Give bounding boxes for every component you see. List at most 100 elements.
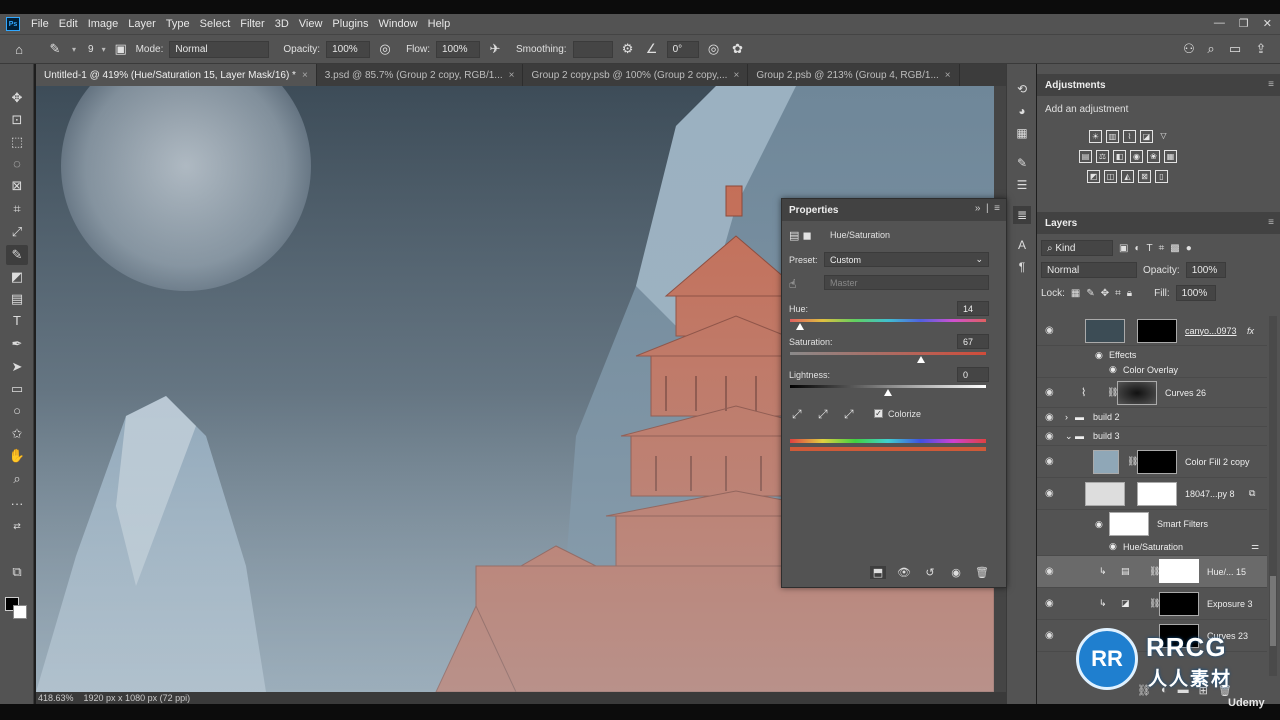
pressure-size-icon[interactable]: ◎	[705, 41, 723, 57]
lightness-slider-thumb[interactable]	[884, 389, 892, 396]
selective-color-icon[interactable]: ⊠	[1138, 170, 1151, 183]
vibrance-icon[interactable]: ▽	[1157, 130, 1170, 143]
adjustments-panel-header[interactable]: Adjustments ≡	[1037, 74, 1280, 96]
channel-select[interactable]: Master	[824, 275, 989, 290]
visibility-eye-icon[interactable]: ◉	[1045, 598, 1054, 609]
color-icon[interactable]: ◕	[1013, 102, 1031, 120]
layer-row[interactable]: ◉ ⌇ ⛓ Curves 26	[1037, 378, 1267, 408]
lasso-tool-icon[interactable]: ◌	[6, 154, 28, 174]
pen-tool-icon[interactable]: ✒	[6, 334, 28, 354]
blend-mode-select[interactable]: Normal	[1041, 262, 1137, 278]
layer-row[interactable]: ◉ ⛓ Color Fill 2 copy	[1037, 446, 1267, 478]
hue-saturation-icon[interactable]: ▤	[1079, 150, 1092, 163]
visibility-eye-icon[interactable]: ◉	[1109, 364, 1117, 375]
lock-all-icon[interactable]: 🔒︎	[1127, 288, 1132, 299]
color-balance-icon[interactable]: ⚖	[1096, 150, 1109, 163]
filter-options-icon[interactable]: ⚌	[1251, 541, 1259, 552]
move-tool-icon[interactable]: ✥	[6, 88, 28, 108]
gradient-map-icon[interactable]: ▯	[1155, 170, 1168, 183]
posterize-icon[interactable]: ◫	[1104, 170, 1117, 183]
menu-3d[interactable]: 3D	[270, 18, 294, 30]
color-overlay-row[interactable]: ◉ Color Overlay	[1037, 362, 1267, 378]
menu-file[interactable]: File	[26, 18, 54, 30]
more-tools-icon[interactable]: ···	[6, 494, 28, 514]
rectangle-tool-icon[interactable]: ▭	[6, 379, 28, 399]
close-icon[interactable]: ×	[302, 70, 308, 81]
curves-icon[interactable]: ⌇	[1123, 130, 1136, 143]
menu-filter[interactable]: Filter	[235, 18, 269, 30]
eraser-tool-icon[interactable]: ◩	[6, 267, 28, 287]
brush-settings-icon[interactable]: ▣	[112, 41, 130, 57]
share-icon[interactable]: ⚇	[1180, 41, 1198, 57]
layers-panel-header[interactable]: Layers ≡	[1037, 212, 1280, 234]
brightness-icon[interactable]: ☀	[1089, 130, 1102, 143]
workspace-icon[interactable]: ▭	[1226, 41, 1244, 57]
quick-select-tool-icon[interactable]: ⊠	[6, 176, 28, 196]
photo-filter-icon[interactable]: ◉	[1130, 150, 1143, 163]
close-icon[interactable]: ×	[509, 70, 515, 81]
share-export-icon[interactable]: ⇪	[1252, 41, 1270, 57]
lock-artboard-icon[interactable]: ⌗	[1115, 288, 1121, 299]
visibility-eye-icon[interactable]: ◉	[1095, 519, 1103, 530]
filter-shape-icon[interactable]: ⌗	[1159, 243, 1165, 254]
filter-toggle-icon[interactable]: ●	[1186, 243, 1192, 254]
brushes-icon[interactable]: ✎	[1013, 154, 1031, 172]
smart-filters-row[interactable]: ◉ Smart Filters	[1037, 510, 1267, 538]
paragraph-icon[interactable]: ¶	[1013, 258, 1031, 276]
swatches-icon[interactable]: ▦	[1013, 124, 1031, 142]
reset-icon[interactable]: ↺	[922, 566, 938, 579]
invert-icon[interactable]: ◩	[1087, 170, 1100, 183]
layers-scrollbar[interactable]	[1269, 316, 1277, 676]
type-tool-icon[interactable]: T	[6, 311, 28, 331]
targeted-adjust-hand-icon[interactable]: ☝	[789, 277, 796, 291]
zoom-level[interactable]: 418.63%	[38, 693, 74, 703]
brush-size[interactable]: 9	[88, 44, 94, 55]
minimize-icon[interactable]: —	[1214, 17, 1225, 30]
saturation-slider-thumb[interactable]	[917, 356, 926, 363]
exposure-icon[interactable]: ◪	[1140, 130, 1153, 143]
visibility-eye-icon[interactable]: ◉	[1045, 456, 1054, 467]
layer-opacity-field[interactable]: 100%	[1185, 262, 1226, 278]
brush-tool-icon[interactable]: ✎	[6, 245, 28, 265]
eyedropper-tool-icon[interactable]: ⤢	[6, 222, 28, 242]
layer-row-selected[interactable]: ◉ ↳ ▤ ⛓ Hue/... 15	[1037, 556, 1267, 588]
visibility-eye-icon[interactable]: ◉	[1045, 630, 1054, 641]
smoothing-field[interactable]	[572, 40, 613, 58]
threshold-icon[interactable]: ◭	[1121, 170, 1134, 183]
close-window-icon[interactable]: ✕	[1263, 17, 1272, 30]
default-colors-icon[interactable]: ⇄	[6, 516, 28, 536]
visibility-eye-icon[interactable]: ◉	[1109, 541, 1117, 552]
menu-edit[interactable]: Edit	[54, 18, 83, 30]
hand-tool-icon[interactable]: ✋	[6, 446, 28, 466]
group-row[interactable]: ◉ › ▬ build 2	[1037, 408, 1267, 427]
chevron-right-icon[interactable]: ›	[1065, 412, 1068, 422]
hue-field[interactable]: 14	[957, 301, 989, 316]
screen-mode-icon[interactable]: ⧉	[6, 562, 28, 582]
character-icon[interactable]: A	[1013, 236, 1031, 254]
lightness-field[interactable]: 0	[957, 367, 989, 382]
menu-view[interactable]: View	[294, 18, 328, 30]
tab-group-2[interactable]: Group 2.psb @ 213% (Group 4, RGB/1... ×	[748, 64, 960, 86]
zoom-tool-icon[interactable]: ⌕	[6, 469, 28, 489]
marquee-tool-icon[interactable]: ⬚	[6, 132, 28, 152]
saturation-slider-track[interactable]	[790, 352, 986, 355]
fill-field[interactable]: 100%	[1175, 285, 1216, 301]
layer-row[interactable]: ◉ ↳ ◪ ⛓ Exposure 3	[1037, 588, 1267, 620]
menu-window[interactable]: Window	[374, 18, 423, 30]
black-white-icon[interactable]: ◧	[1113, 150, 1126, 163]
background-color-swatch[interactable]	[13, 605, 27, 619]
visibility-eye-icon[interactable]: ◉	[1045, 412, 1054, 423]
angle-field[interactable]: 0°	[666, 40, 699, 58]
eyedropper-icon[interactable]: ⤢	[792, 407, 802, 422]
restore-icon[interactable]: ❐	[1239, 17, 1249, 30]
panel-menu-icon[interactable]: ≡	[1268, 79, 1274, 90]
lock-pixels-icon[interactable]: ✎	[1086, 288, 1094, 299]
panel-collapse-icon[interactable]: » | ≡	[975, 203, 1000, 214]
menu-help[interactable]: Help	[423, 18, 456, 30]
properties-header[interactable]: Properties » | ≡	[782, 199, 1006, 221]
layer-row[interactable]: ◉ 18047...py 8 ⧉	[1037, 478, 1267, 510]
pressure-opacity-icon[interactable]: ◎	[376, 41, 394, 57]
artboard-tool-icon[interactable]: ⊡	[6, 110, 28, 130]
visibility-eye-icon[interactable]: ◉	[1045, 431, 1054, 442]
eyedropper-add-icon[interactable]: ⤢	[818, 407, 828, 422]
